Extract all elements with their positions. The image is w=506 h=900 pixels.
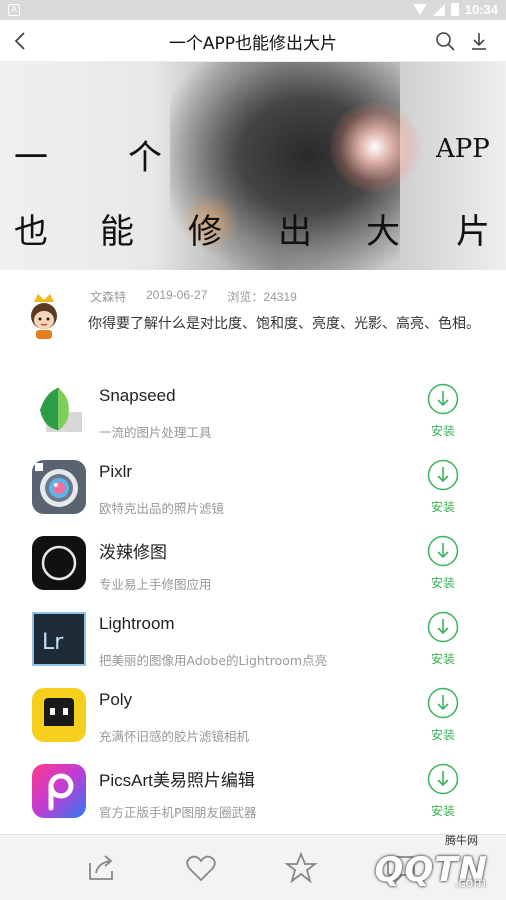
banner-text: 大 (366, 212, 400, 252)
list-item[interactable]: PicsArt美易照片编辑 官方正版手机P图朋友圈武器 安装 (0, 752, 506, 828)
banner-text: 片 (456, 212, 490, 252)
poly-icon (32, 688, 86, 742)
app-subtitle: 官方正版手机P图朋友圈武器 (99, 805, 257, 820)
app-subtitle: 欧特克出品的照片滤镜 (99, 501, 225, 516)
banner-text: 个 (128, 138, 162, 178)
app-name: Poly (99, 690, 133, 709)
banner-text: 修 (188, 212, 222, 252)
search-icon[interactable] (434, 30, 456, 52)
app-subtitle: 充满怀旧感的胶片滤镜相机 (99, 729, 250, 744)
install-button[interactable]: 安装 (426, 611, 460, 667)
banner-text: APP (436, 134, 490, 164)
lens-flare (330, 102, 420, 192)
download-icon[interactable] (468, 30, 490, 52)
banner-text: 出 (278, 212, 312, 252)
list-item[interactable]: Pixlr 欧特克出品的照片滤镜 安装 (0, 448, 506, 524)
author-name[interactable]: 文森特 (90, 288, 126, 305)
banner-text: 能 (100, 212, 134, 252)
app-subtitle: 专业易上手修图应用 (99, 577, 212, 592)
publish-date: 2019-06-27 (146, 288, 208, 302)
list-item[interactable]: Snapseed 一流的图片处理工具 安装 (0, 372, 506, 448)
list-item[interactable]: Lr Lightroom 把美丽的图像用Adobe的Lightroom点亮 安装 (0, 600, 506, 676)
install-button[interactable]: 安装 (426, 687, 460, 743)
wifi-icon (412, 4, 427, 15)
banner-text: 也 (14, 212, 48, 252)
install-label: 安装 (430, 576, 455, 590)
share-icon[interactable] (84, 851, 118, 885)
article-banner: 一 个 APP 也 能 修 出 大 片 (0, 62, 506, 270)
svg-text:Lr: Lr (42, 630, 64, 655)
picsart-icon (32, 764, 86, 818)
download-circle-icon (427, 535, 459, 567)
pixlr-icon (32, 460, 86, 514)
lightroom-icon: Lr (32, 612, 86, 666)
signal-icon (432, 3, 445, 16)
app-name: Pixlr (99, 462, 133, 481)
install-button[interactable]: 安装 (426, 535, 460, 591)
snapseed-icon (32, 384, 86, 438)
app-name: Lightroom (99, 614, 175, 633)
list-item[interactable]: 泼辣修图 专业易上手修图应用 安装 (0, 524, 506, 600)
heart-icon[interactable] (184, 851, 218, 885)
banner-text: 一 (14, 138, 48, 178)
watermark: 腾牛网 QQTN .com (298, 830, 498, 896)
app-name: 泼辣修图 (99, 543, 167, 562)
app-name: Snapseed (99, 386, 176, 405)
article-meta: 文森特 2019-06-27 浏览：24319 你得要了解什么是对比度、饱和度、… (0, 270, 506, 362)
watermark-suffix: .com (454, 876, 486, 891)
download-circle-icon (427, 383, 459, 415)
install-button[interactable]: 安装 (426, 383, 460, 439)
app-subtitle: 把美丽的图像用Adobe的Lightroom点亮 (99, 653, 328, 668)
status-time: 10:34 (464, 2, 498, 17)
view-count: 浏览：24319 (227, 290, 297, 304)
notification-icon: A (8, 4, 20, 16)
download-circle-icon (427, 763, 459, 795)
list-item[interactable]: Poly 充满怀旧感的胶片滤镜相机 安装 (0, 676, 506, 752)
article-description: 你得要了解什么是对比度、饱和度、亮度、光影、高亮、色相。 (88, 316, 480, 332)
install-label: 安装 (430, 652, 455, 666)
battery-icon (450, 3, 459, 16)
page-title: 一个APP也能修出大片 (168, 34, 338, 54)
status-icons: 10:34 (412, 2, 498, 17)
article-info: 文森特 2019-06-27 浏览：24319 (90, 288, 297, 305)
status-bar: A 10:34 (0, 0, 506, 20)
author-avatar[interactable] (24, 290, 64, 340)
download-circle-icon (427, 687, 459, 719)
watermark-tag: 腾牛网 (445, 834, 478, 847)
download-circle-icon (427, 459, 459, 491)
download-circle-icon (427, 611, 459, 643)
install-button[interactable]: 安装 (426, 459, 460, 515)
install-label: 安装 (430, 804, 455, 818)
app-name: PicsArt美易照片编辑 (99, 771, 255, 790)
install-label: 安装 (430, 424, 455, 438)
app-subtitle: 一流的图片处理工具 (99, 425, 212, 440)
install-button[interactable]: 安装 (426, 763, 460, 819)
install-label: 安装 (430, 728, 455, 742)
install-label: 安装 (430, 500, 455, 514)
top-bar: 一个APP也能修出大片 (0, 20, 506, 62)
polarr-icon (32, 536, 86, 590)
app-list: Snapseed 一流的图片处理工具 安装 Pixlr 欧特克出品的照片滤镜 安… (0, 372, 506, 828)
